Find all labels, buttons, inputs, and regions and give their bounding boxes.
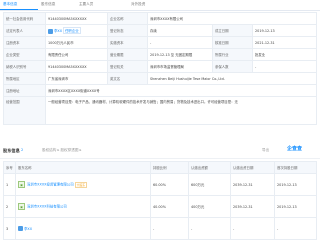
subscribed-date: 2039-12-31 [230,173,275,196]
tab-key-personnel[interactable]: 主要人员 [76,0,128,10]
subscribed-amount: - [188,217,231,240]
shareholder-name-link[interactable]: 深圳市XXXX科技有限公司 [27,205,67,209]
table-row: 1 ▣ 深圳市XXXX投资管理有限公司 大股东 60.00% 600万元 2039… [3,173,317,196]
status-value: 存续 [147,24,213,37]
shareholder-count: 2 [21,148,24,152]
info-row: 企业类型 有限责任公司 营业期限 2019-12-13 至 无固定期限 所属行业… [3,48,318,61]
first-holding-date: 2019-12-13 [274,173,317,196]
region-value: 广东省深圳市 [45,72,108,85]
field-label: 英文名 [107,72,148,85]
field-label: 企业类型 [3,48,46,61]
paid-capital-value: - [147,36,213,49]
first-holding-date: 2019-12-13 [274,195,317,218]
company-profile-page: 基本信息 股东信息 主要人员 对外投资 统一社会信用代码 91440300MA5… [0,0,320,240]
credit-code-value: 91440300MA5XXXXXX [45,12,108,25]
field-label: 登记机关 [107,60,148,73]
field-label: 注册地址 [3,84,46,97]
column-header: 股东名称 [15,161,151,174]
table-header-row: 序号 股东名称 持股比例 认缴出资额 认缴出资日期 首次持股日期 [3,161,317,174]
section-title: 股东信息 [3,148,20,153]
industry-value: 批发业 [251,48,318,61]
subscribed-date: - [230,217,275,240]
company-name-value: 深圳市XXXX有限公司 [146,12,318,25]
shareholder-name-link[interactable]: 李XX [24,227,32,231]
company-type-value: 有限责任公司 [45,48,108,61]
field-label: 实缴资本 [107,36,148,49]
info-row: 注册资本 1000万元人民币 实缴资本 - 核准日期 2021-12-31 [3,36,318,49]
legal-rep-link[interactable]: 李XX [54,29,62,33]
field-label: 注册资本 [3,36,46,49]
field-label: 营业期限 [107,48,148,61]
info-row: 所属地区 广东省深圳市 英文名 Shenzhen Beiji Hushuijie… [3,72,318,85]
shareholder-cell: ▣ 深圳市XXXX投资管理有限公司 大股东 [15,173,151,196]
tab-shareholders[interactable]: 股东信息 [38,0,76,10]
registered-capital-value: 1000万元人民币 [45,36,108,49]
column-header: 首次持股日期 [274,161,317,174]
shareholder-cell: 李XX [15,217,151,240]
column-header: 持股比例 [150,161,189,174]
english-name-value: Shenzhen Beiji Hushuijie Tese Maior Co.,… [146,72,318,85]
avatar [48,28,53,34]
tax-id-value: 91440300MA5XXXXXX [45,60,108,73]
subscribed-date: 2039-12-31 [230,195,275,218]
approval-date-value: 2021-12-31 [251,36,318,49]
info-row: 注册地址 深圳市XXXX区XXXX街道XXXX号 [3,84,318,97]
info-row: 统一社会信用代码 91440300MA5XXXXXX 企业名称 深圳市XXXX有… [3,12,318,25]
field-label: 所属地区 [3,72,46,85]
field-label: 统一社会信用代码 [3,12,46,25]
shareholders-table: 序号 股东名称 持股比例 认缴出资额 认缴出资日期 首次持股日期 1 ▣ 深圳市X… [3,161,317,240]
legal-rep-tag[interactable]: 任职企业 [63,27,81,34]
info-row: 经营范围 一般经营项目是：电子产品、通讯器材、计算机软硬件的技术开发与销售；国内… [3,96,318,125]
address-value: 深圳市XXXX区XXXX街道XXXX号 [44,84,318,97]
table-row: 2 ▣ 深圳市XXXX科技有限公司 40.00% 400万元 2039-12-31… [3,195,317,218]
insured-count-value: - [251,60,318,73]
column-header: 认缴出资额 [188,161,231,174]
brand-logo: 企查查 [287,146,303,152]
row-number: 1 [3,173,16,196]
major-shareholder-badge: 大股东 [74,181,88,188]
info-row: 纳税人识别号 91440300MA5XXXXXX 登记机关 深圳市市场监督管理局… [3,60,318,73]
row-number: 3 [3,217,16,240]
tab-investments[interactable]: 对外投资 [128,0,168,10]
legal-rep-cell: 李XX 任职企业 [45,24,108,37]
column-header: 序号 [3,161,16,174]
registration-authority-value: 深圳市市场监督管理局 [147,60,213,73]
field-label: 经营范围 [3,96,46,125]
info-row: 法定代表人 李XX 任职企业 登记状态 存续 成立日期 2019-12-13 [3,24,318,37]
column-header: 认缴出资日期 [230,161,275,174]
shareholder-name-link[interactable]: 深圳市XXXX投资管理有限公司 [27,183,74,187]
business-term-value: 2019-12-13 至 无固定期限 [147,48,213,61]
table-row: 3 李XX - - - - [3,217,317,240]
subscribed-amount: 400万元 [188,195,231,218]
share-ratio: 40.00% [150,195,189,218]
shareholders-section-header: 股东信息 2 股权结构 ▸ 股权穿透图 ▸ 导出 企查查 [0,143,320,159]
field-label: 纳税人识别号 [3,60,46,73]
company-logo-icon: ▣ [18,181,25,188]
tab-bar: 基本信息 股东信息 主要人员 对外投资 [0,0,320,11]
export-button[interactable]: 导出 [262,148,269,153]
field-label: 企业名称 [107,12,148,25]
tab-basic-info[interactable]: 基本信息 [0,0,38,10]
established-date-value: 2019-12-13 [251,24,318,37]
row-number: 2 [3,195,16,218]
share-ratio: - [150,217,189,240]
company-logo-icon: ▣ [18,203,25,210]
first-holding-date: - [274,217,317,240]
subscribed-amount: 600万元 [188,173,231,196]
field-label: 核准日期 [212,36,253,49]
field-label: 法定代表人 [3,24,46,37]
share-ratio: 60.00% [150,173,189,196]
business-info-table: 统一社会信用代码 91440300MA5XXXXXX 企业名称 深圳市XXXX有… [3,12,318,125]
business-scope-value: 一般经营项目是：电子产品、通讯器材、计算机软硬件的技术开发与销售；国内贸易；货物… [44,96,318,125]
field-label: 成立日期 [212,24,253,37]
field-label: 登记状态 [107,24,148,37]
equity-structure-links[interactable]: 股权结构 ▸ 股权穿透图 ▸ [42,148,81,153]
person-avatar-icon [18,226,23,232]
field-label: 所属行业 [212,48,253,61]
field-label: 参保人数 [212,60,253,73]
shareholder-cell: ▣ 深圳市XXXX科技有限公司 [15,195,151,218]
